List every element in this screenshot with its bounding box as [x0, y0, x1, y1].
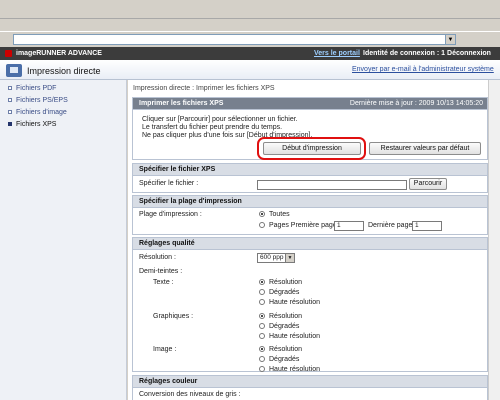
chevron-down-icon: ▼ [285, 254, 294, 262]
file-panel: Spécifier le fichier XPS Spécifier le fi… [132, 163, 488, 193]
email-admin-link[interactable]: Envoyer par e-mail à l'administrateur sy… [352, 66, 494, 73]
app-name: imageRUNNER ADVANCE [16, 50, 102, 57]
quality-panel: Réglages qualité Résolution : 600 ppp ▼ … [132, 237, 488, 373]
image-group-label: Image : [153, 346, 177, 353]
sidebar-item-xps[interactable]: Fichiers XPS [0, 118, 127, 130]
file-label: Spécifier le fichier : [139, 180, 199, 187]
browser-menu-bar [0, 19, 500, 32]
option-pages-label: Pages Première page : [269, 222, 341, 229]
restore-defaults-button[interactable]: Restaurer valeurs par défaut [369, 142, 481, 155]
graphics-radio-gradation[interactable] [259, 323, 265, 329]
first-page-input[interactable]: 1 [334, 221, 364, 231]
graphics-group-label: Graphiques : [153, 313, 194, 320]
option-all-label: Toutes [269, 211, 290, 218]
file-path-input[interactable] [257, 180, 407, 190]
text-radio-high-res[interactable] [259, 299, 265, 305]
app-header: imageRUNNER ADVANCE Vers le portail Iden… [0, 47, 500, 60]
halftone-label: Demi-teintes : [139, 268, 183, 275]
option-label: Haute résolution [269, 366, 320, 373]
sidebar-item-label: Fichiers PS/EPS [16, 96, 68, 104]
option-label: Résolution [269, 279, 303, 286]
range-label: Plage d'impression : [139, 211, 202, 218]
sidebar-item-label: Fichiers XPS [16, 120, 57, 128]
panel-title: Réglages qualité [133, 238, 487, 250]
last-update: Dernière mise à jour : 2009 10/13 14:05:… [349, 100, 483, 107]
radio-page-range[interactable] [259, 222, 265, 228]
print-panel: Imprimer les fichiers XPS Dernière mise … [132, 97, 488, 160]
option-label: Dégradés [269, 356, 300, 363]
portal-link[interactable]: Vers le portail [314, 50, 360, 57]
sidebar-item-label: Fichiers PDF [16, 84, 57, 92]
browser-toolbar [0, 0, 500, 19]
option-label: Résolution [269, 313, 303, 320]
resolution-select[interactable]: 600 ppp ▼ [257, 253, 295, 263]
image-radio-gradation[interactable] [259, 356, 265, 362]
image-radio-high-res[interactable] [259, 366, 265, 372]
text-group-label: Texte : [153, 279, 174, 286]
sidebar-item-image[interactable]: Fichiers d'image [0, 106, 127, 118]
graphics-radio-high-res[interactable] [259, 333, 265, 339]
panel-title: Spécifier la plage d'impression [133, 196, 487, 208]
last-page-input[interactable]: 1 [412, 221, 442, 231]
brand-logo-icon [5, 50, 12, 57]
panel-title-text: Imprimer les fichiers XPS [139, 100, 224, 107]
panel-title: Imprimer les fichiers XPS Dernière mise … [133, 98, 487, 110]
sidebar: Fichiers PDF Fichiers PS/EPS Fichiers d'… [0, 80, 127, 400]
bullet-icon [8, 98, 12, 102]
panel-title: Spécifier le fichier XPS [133, 164, 487, 176]
main-content: Impression directe : Imprimer les fichie… [128, 80, 500, 400]
chevron-down-icon[interactable]: ▼ [445, 34, 456, 45]
page-title: Impression directe [27, 66, 101, 76]
option-label: Résolution [269, 346, 303, 353]
bullet-icon [8, 122, 12, 126]
graphics-radio-resolution[interactable] [259, 313, 265, 319]
sidebar-item-label: Fichiers d'image [16, 108, 67, 116]
bullet-icon [8, 110, 12, 114]
sidebar-item-pdf[interactable]: Fichiers PDF [0, 82, 127, 94]
start-print-button[interactable]: Début d'impression [263, 142, 361, 155]
bullet-icon [8, 86, 12, 90]
radio-all-pages[interactable] [259, 211, 265, 217]
browse-button[interactable]: Parcourir [409, 178, 447, 190]
resolution-value: 600 ppp [260, 254, 284, 261]
direct-print-icon [6, 64, 22, 77]
panel-title: Réglages couleur [133, 376, 487, 388]
breadcrumb: Impression directe : Imprimer les fichie… [133, 85, 275, 92]
option-label: Haute résolution [269, 333, 320, 340]
gray-conversion-label: Conversion des niveaux de gris : [139, 391, 241, 398]
sidebar-item-ps-eps[interactable]: Fichiers PS/EPS [0, 94, 127, 106]
color-panel: Réglages couleur Conversion des niveaux … [132, 375, 488, 400]
resolution-label: Résolution : [139, 254, 176, 261]
last-page-label: Dernière page : [368, 222, 417, 229]
text-radio-resolution[interactable] [259, 279, 265, 285]
login-status[interactable]: Identité de connexion : 1 Déconnexion [363, 50, 491, 57]
range-panel: Spécifier la plage d'impression Plage d'… [132, 195, 488, 235]
option-label: Dégradés [269, 289, 300, 296]
option-label: Dégradés [269, 323, 300, 330]
image-radio-resolution[interactable] [259, 346, 265, 352]
option-label: Haute résolution [269, 299, 320, 306]
text-radio-gradation[interactable] [259, 289, 265, 295]
vertical-scrollbar[interactable] [488, 80, 500, 400]
address-input[interactable] [13, 34, 456, 45]
